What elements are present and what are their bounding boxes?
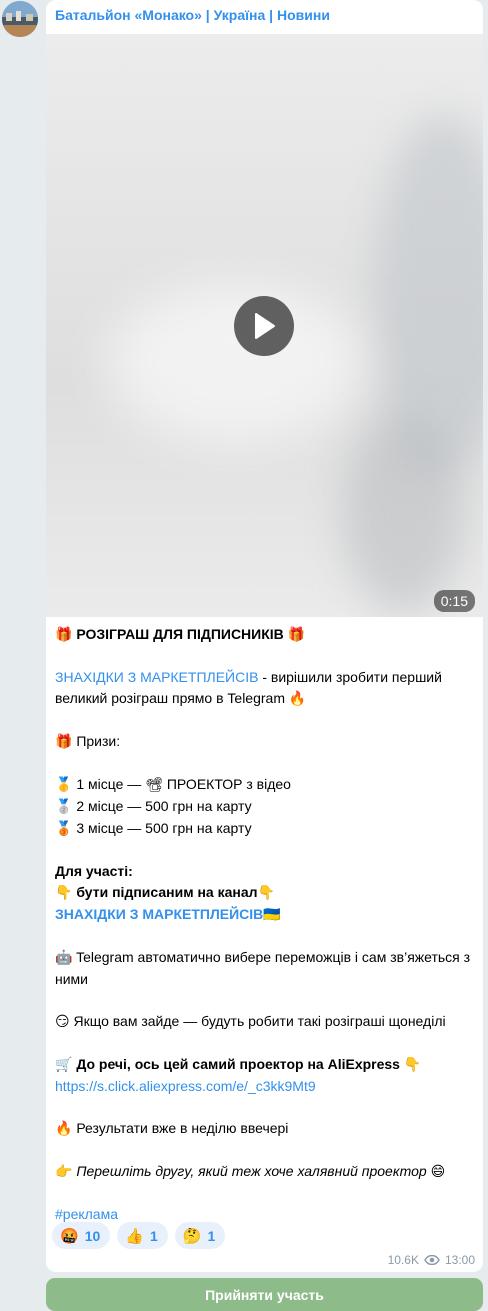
prize-1: 🥇 1 місце — 📽 ПРОЕКТОР з відео [55,774,479,796]
reaction-count: 1 [149,1227,158,1244]
eye-icon [424,1255,440,1265]
play-button[interactable] [234,296,294,356]
reaction-count: 10 [84,1227,101,1244]
gift-icon: 🎁 [287,627,306,643]
prize-2-text: 2 місце — 500 грн на карту [76,798,252,814]
join-button[interactable]: Прийняти участь [46,1278,483,1311]
point-down-icon: 👇 [55,885,73,901]
prizes-label: Призи: [76,733,121,749]
share-paragraph: 👉 Перешліть другу, який теж хоче халявни… [55,1161,479,1183]
avatar-image [2,1,38,37]
results-text: Результати вже в неділю ввечері [76,1120,289,1136]
product-link-line: https://s.click.aliexpress.com/e/_c3kk9M… [55,1076,479,1097]
hashtag-link[interactable]: #реклама [55,1206,118,1222]
product-link[interactable]: https://s.click.aliexpress.com/e/_c3kk9M… [55,1078,316,1094]
projector-icon: 📽 [145,777,163,793]
cart-icon: 🛒 [55,1057,73,1073]
thinking-face-icon: 🤔 [182,1226,202,1245]
fire-icon: 🔥 [288,691,307,707]
post-text: 🎁 РОЗІГРАШ ДЛЯ ПІДПИСНИКІВ 🎁 ЗНАХІДКИ З … [55,624,479,1225]
reaction-thumbs-up[interactable]: 👍 1 [117,1222,168,1249]
play-icon [255,313,275,339]
point-down-icon: 👇 [403,1057,422,1073]
reactions-bar: 🤬 10 👍 1 🤔 1 [52,1222,226,1249]
gold-medal-icon: 🥇 [55,777,73,793]
thumbs-up-icon: 👍 [125,1226,144,1245]
participation-line: 👇 бути підписаним на канал👇 [55,882,479,904]
message-bubble: Батальйон «Монако» | Україна | Новини 0:… [46,0,483,1272]
fire-icon: 🔥 [55,1121,73,1137]
prize-3-text: 3 місце — 500 грн на карту [76,820,252,836]
results-paragraph: 🔥 Результати вже в неділю ввечері [55,1118,479,1140]
weekly-text: Якщо вам зайде — будуть робити такі розі… [73,1013,446,1029]
message-meta: 10.6K 13:00 [388,1253,475,1267]
robot-icon: 🤖 [55,950,73,966]
reaction-count: 1 [207,1227,216,1244]
reaction-angry[interactable]: 🤬 10 [52,1222,111,1249]
silver-medal-icon: 🥈 [55,799,73,815]
smirk-icon: 😏 [55,1014,70,1030]
gift-icon: 🎁 [55,627,73,643]
product-text: До речі, ось цей самий проектор на AliEx… [76,1056,400,1072]
bot-text: Telegram автоматично вибере переможців і… [55,949,471,987]
prize-2: 🥈 2 місце — 500 грн на карту [55,796,479,818]
participation-text: бути підписаним на канал [76,884,258,900]
prize-1-text: 1 місце — [76,776,142,792]
gift-icon: 🎁 [55,734,73,750]
prize-3: 🥉 3 місце — 500 грн на карту [55,818,479,840]
share-text: Перешліть другу, який теж хоче халявний … [76,1163,427,1179]
video-preview[interactable]: 0:15 [46,34,483,617]
grin-icon: 😄 [430,1164,446,1180]
marketplace-link[interactable]: ЗНАХІДКИ З МАРКЕТПЛЕЙСІВ [55,669,258,685]
bronze-medal-icon: 🥉 [55,821,73,837]
post-heading: 🎁 РОЗІГРАШ ДЛЯ ПІДПИСНИКІВ 🎁 [55,624,479,646]
bot-paragraph: 🤖 Telegram автоматично вибере переможців… [55,947,479,990]
view-count: 10.6K [387,1253,419,1267]
prize-1-item: ПРОЕКТОР з відео [166,776,291,792]
message-time: 13:00 [444,1253,475,1267]
participation-label: Для участі: [55,863,133,879]
channel-link[interactable]: ЗНАХІДКИ З МАРКЕТПЛЕЙСІВ [55,906,263,922]
heading-text: РОЗІГРАШ ДЛЯ ПІДПИСНИКІВ [76,626,284,642]
intro-paragraph: ЗНАХІДКИ З МАРКЕТПЛЕЙСІВ - вирішили зроб… [55,667,479,710]
prizes-heading: 🎁 Призи: [55,731,479,753]
ukraine-flag-icon: 🇺🇦 [263,907,281,923]
weekly-paragraph: 😏 Якщо вам зайде — будуть робити такі ро… [55,1011,479,1033]
point-right-icon: 👉 [55,1164,73,1180]
point-down-icon: 👇 [257,885,275,901]
product-paragraph: 🛒 До речі, ось цей самий проектор на Ali… [55,1054,479,1076]
channel-avatar[interactable] [2,1,38,37]
channel-link-line: ЗНАХІДКИ З МАРКЕТПЛЕЙСІВ🇺🇦 [55,904,479,926]
channel-title[interactable]: Батальйон «Монако» | Україна | Новини [55,7,330,23]
video-duration: 0:15 [433,590,475,612]
reaction-thinking[interactable]: 🤔 1 [174,1222,226,1249]
angry-face-icon: 🤬 [60,1226,79,1245]
